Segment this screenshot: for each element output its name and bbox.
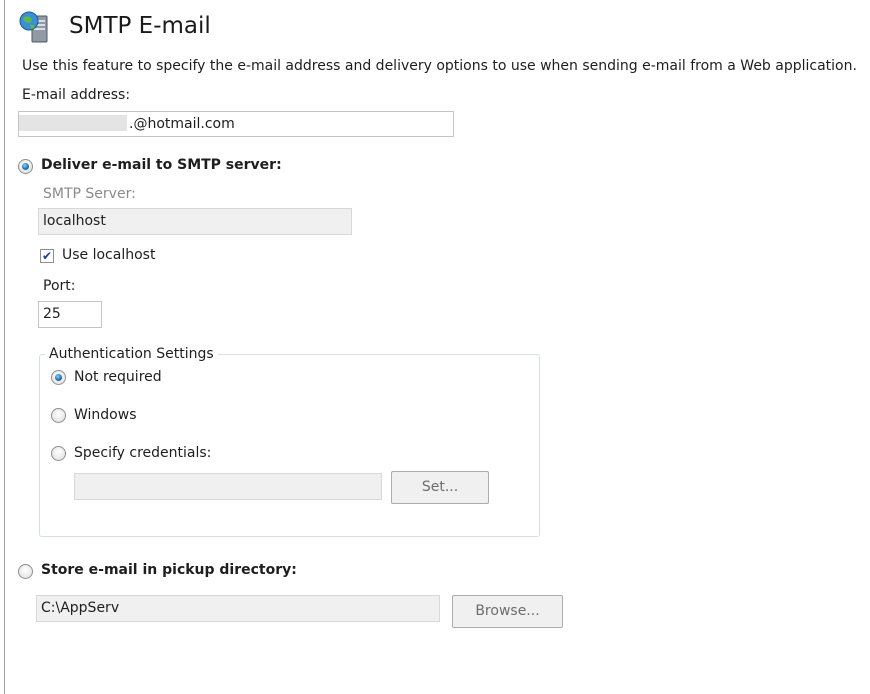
auth-windows-radio[interactable] — [51, 408, 66, 423]
use-localhost-checkbox[interactable]: ✔ — [40, 249, 54, 263]
smtp-server-label: SMTP Server: — [43, 186, 136, 202]
auth-not-required-label[interactable]: Not required — [74, 369, 162, 385]
use-localhost-label[interactable]: Use localhost — [62, 247, 155, 263]
email-input[interactable]: .@hotmail.com — [18, 111, 454, 137]
auth-windows-label[interactable]: Windows — [74, 407, 137, 423]
port-label: Port: — [43, 278, 76, 294]
browse-button[interactable]: Browse... — [452, 595, 563, 628]
page-title: SMTP E-mail — [69, 13, 211, 39]
set-credentials-button[interactable]: Set... — [391, 471, 489, 504]
globe-server-icon — [19, 11, 48, 43]
auth-specify-credentials-radio[interactable] — [51, 446, 66, 461]
smtp-server-input[interactable]: localhost — [38, 208, 352, 235]
deliver-smtp-label[interactable]: Deliver e-mail to SMTP server: — [41, 157, 282, 173]
store-pickup-label[interactable]: Store e-mail in pickup directory: — [41, 562, 297, 578]
redacted-email-user — [19, 115, 127, 131]
feature-icon — [18, 10, 52, 44]
port-input[interactable]: 25 — [38, 301, 102, 328]
authentication-settings-legend: Authentication Settings — [45, 346, 218, 362]
left-pane-border — [4, 0, 5, 694]
store-pickup-radio[interactable] — [18, 564, 33, 579]
pickup-directory-input[interactable]: C:\AppServ — [36, 595, 440, 622]
email-label: E-mail address: — [22, 87, 131, 103]
deliver-smtp-radio[interactable] — [18, 159, 33, 174]
auth-specify-credentials-label[interactable]: Specify credentials: — [74, 445, 211, 461]
credentials-input[interactable] — [74, 473, 382, 500]
feature-description: Use this feature to specify the e-mail a… — [22, 58, 857, 74]
auth-not-required-radio[interactable] — [51, 370, 66, 385]
email-domain-text: .@hotmail.com — [129, 116, 235, 132]
